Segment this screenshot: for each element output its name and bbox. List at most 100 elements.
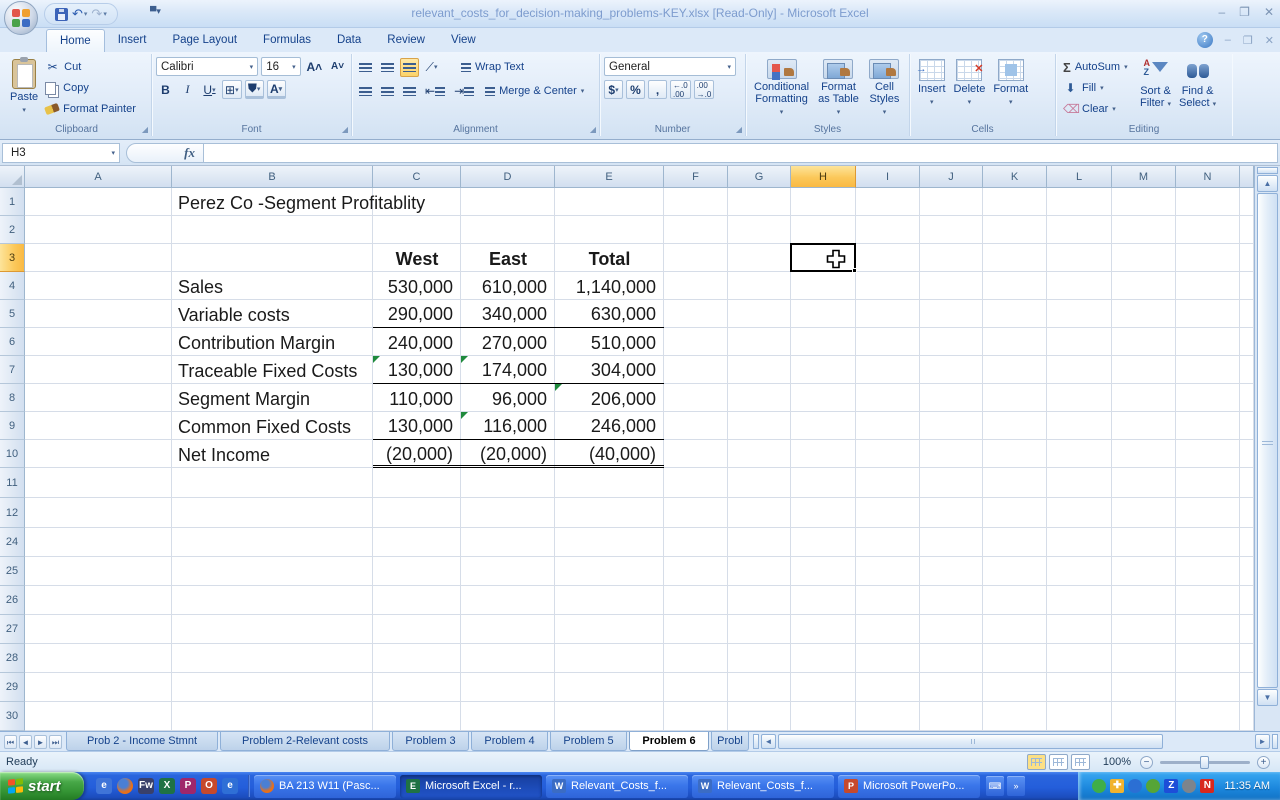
- column-header-G[interactable]: G: [728, 166, 791, 188]
- column-header-A[interactable]: A: [25, 166, 172, 188]
- zoom-level[interactable]: 100%: [1103, 756, 1131, 768]
- font-size-select[interactable]: 16▾: [261, 57, 300, 76]
- row-header-2[interactable]: 2: [0, 216, 25, 244]
- column-header-I[interactable]: I: [856, 166, 920, 188]
- bold-button[interactable]: B: [156, 80, 175, 99]
- paste-button[interactable]: Paste▾: [6, 57, 42, 121]
- antivirus-icon[interactable]: N: [1200, 779, 1214, 793]
- cell-E4[interactable]: 1,140,000: [555, 272, 664, 300]
- column-header-K[interactable]: K: [983, 166, 1047, 188]
- cell-E10[interactable]: (40,000): [555, 440, 664, 468]
- row-header-5[interactable]: 5: [0, 300, 25, 328]
- mail-icon[interactable]: O: [201, 778, 217, 794]
- scroll-up-arrow[interactable]: ▲: [1257, 175, 1278, 192]
- workbook-restore-button[interactable]: ❐: [1243, 34, 1253, 47]
- row-header-29[interactable]: 29: [0, 673, 25, 702]
- cell-B9[interactable]: Common Fixed Costs: [172, 412, 373, 440]
- row-header-1[interactable]: 1: [0, 188, 25, 216]
- select-all-corner[interactable]: [0, 166, 25, 188]
- sheet-tab-problem-3[interactable]: Problem 3: [392, 732, 469, 751]
- ribbon-tab-formulas[interactable]: Formulas: [250, 28, 324, 52]
- scrollbar-resize-handle[interactable]: [1272, 734, 1278, 749]
- clipboard-dialog-launcher-icon[interactable]: ◢: [142, 125, 148, 134]
- vertical-scrollbar[interactable]: ▲ ▼: [1254, 166, 1280, 731]
- cell-B6[interactable]: Contribution Margin: [172, 328, 373, 356]
- ribbon-tab-data[interactable]: Data: [324, 28, 374, 52]
- cell-D5[interactable]: 340,000: [461, 300, 555, 328]
- column-header-H[interactable]: H: [791, 166, 856, 188]
- sort-filter-button[interactable]: AZ Sort &Filter ▾: [1136, 57, 1175, 121]
- font-color-button[interactable]: A▾: [267, 80, 286, 99]
- row-header-9[interactable]: 9: [0, 412, 25, 440]
- messenger-icon[interactable]: [1092, 779, 1106, 793]
- cell-E5[interactable]: 630,000: [555, 300, 664, 328]
- ribbon-tab-home[interactable]: Home: [46, 29, 105, 52]
- cell-E9[interactable]: 246,000: [555, 412, 664, 440]
- cell-D7[interactable]: 174,000: [461, 356, 555, 384]
- autosum-button[interactable]: ΣAutoSum▾: [1060, 57, 1136, 77]
- scroll-down-arrow[interactable]: ▼: [1257, 689, 1278, 706]
- borders-button[interactable]: ⊞▾: [222, 80, 242, 99]
- number-dialog-launcher-icon[interactable]: ◢: [736, 125, 742, 134]
- minimize-button[interactable]: –: [1218, 5, 1225, 19]
- column-header-C[interactable]: C: [373, 166, 461, 188]
- sheet-tab-prob-2-income-stmnt[interactable]: Prob 2 - Income Stmnt: [66, 732, 218, 751]
- excel-icon[interactable]: X: [159, 778, 175, 794]
- column-header-D[interactable]: D: [461, 166, 555, 188]
- cell-E6[interactable]: 510,000: [555, 328, 664, 356]
- cell-D10[interactable]: (20,000): [461, 440, 555, 468]
- sheet-tab-problem-6[interactable]: Problem 6: [629, 732, 709, 751]
- column-header-J[interactable]: J: [920, 166, 983, 188]
- cell-D3[interactable]: East: [461, 244, 555, 272]
- insert-cells-button[interactable]: Insert▾: [914, 57, 950, 121]
- cell-C6[interactable]: 240,000: [373, 328, 461, 356]
- cell-D4[interactable]: 610,000: [461, 272, 555, 300]
- taskbar-button-powerpoint[interactable]: PMicrosoft PowerPo...: [838, 775, 980, 798]
- row-header-4[interactable]: 4: [0, 272, 25, 300]
- restore-button[interactable]: ❐: [1239, 5, 1250, 19]
- selected-cell-H3[interactable]: [790, 243, 856, 272]
- cell-B4[interactable]: Sales: [172, 272, 373, 300]
- language-bar-button[interactable]: ⌨: [986, 776, 1004, 796]
- fill-color-button[interactable]: ⛊▾: [245, 80, 264, 99]
- number-format-select[interactable]: General▾: [604, 57, 736, 76]
- vertical-scroll-thumb[interactable]: [1257, 193, 1278, 688]
- row-header-7[interactable]: 7: [0, 356, 25, 384]
- help-icon[interactable]: ?: [1197, 32, 1213, 48]
- align-top-button[interactable]: [356, 58, 375, 77]
- font-family-select[interactable]: Calibri▾: [156, 57, 258, 76]
- find-select-button[interactable]: Find &Select ▾: [1175, 57, 1220, 121]
- page-layout-view-button[interactable]: [1049, 754, 1068, 770]
- toolbar-chevron-button[interactable]: »: [1007, 776, 1025, 796]
- cell-C10[interactable]: (20,000): [373, 440, 461, 468]
- align-middle-button[interactable]: [378, 58, 397, 77]
- conditional-formatting-button[interactable]: ConditionalFormatting ▾: [750, 57, 813, 121]
- underline-button[interactable]: U▾: [200, 80, 219, 99]
- column-header-L[interactable]: L: [1047, 166, 1112, 188]
- previous-sheet-button[interactable]: ◄: [19, 735, 32, 749]
- row-header-30[interactable]: 30: [0, 702, 25, 731]
- align-left-button[interactable]: [356, 82, 375, 101]
- merge-center-button[interactable]: Merge & Center▾: [482, 81, 587, 101]
- decrease-decimal-button[interactable]: .00→.0: [694, 80, 715, 99]
- cell-C9[interactable]: 130,000: [373, 412, 461, 440]
- align-right-button[interactable]: [400, 82, 419, 101]
- zoom-out-button[interactable]: −: [1140, 756, 1153, 769]
- cell-D9[interactable]: 116,000: [461, 412, 555, 440]
- cell-D8[interactable]: 96,000: [461, 384, 555, 412]
- volume-icon[interactable]: [1182, 779, 1196, 793]
- close-button[interactable]: ✕: [1264, 5, 1274, 19]
- ribbon-tab-view[interactable]: View: [438, 28, 489, 52]
- page-break-view-button[interactable]: [1071, 754, 1090, 770]
- grow-font-button[interactable]: A˄: [304, 57, 325, 76]
- row-header-6[interactable]: 6: [0, 328, 25, 356]
- taskbar-button-firefox[interactable]: BA 213 W11 (Pasc...: [254, 775, 396, 798]
- cell-B1[interactable]: Perez Co -Segment Profitablity: [172, 188, 373, 216]
- cell-C4[interactable]: 530,000: [373, 272, 461, 300]
- column-header-N[interactable]: N: [1176, 166, 1240, 188]
- increase-indent-button[interactable]: ⇥: [451, 82, 477, 101]
- scroll-left-arrow[interactable]: ◄: [761, 734, 776, 749]
- cell-E8[interactable]: 206,000: [555, 384, 664, 412]
- fill-button[interactable]: ⬇Fill▾: [1060, 78, 1136, 98]
- alignment-dialog-launcher-icon[interactable]: ◢: [590, 125, 596, 134]
